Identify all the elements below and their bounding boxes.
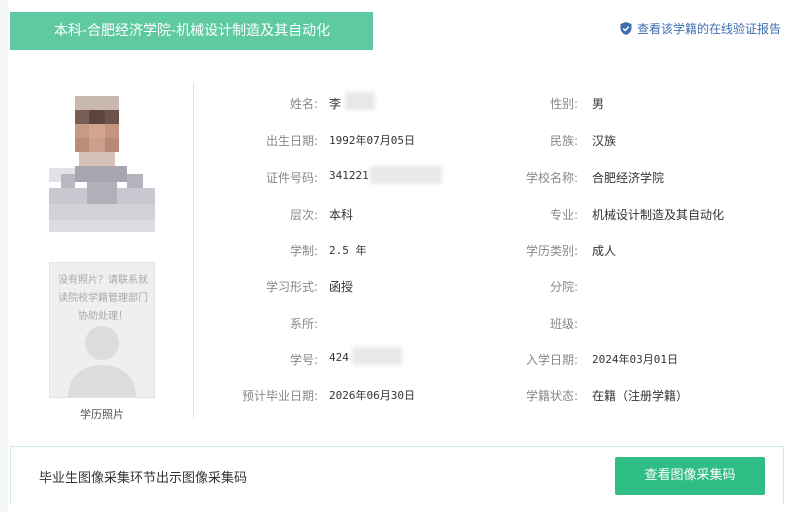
- class-label: 班级:: [549, 317, 578, 331]
- duration-value: 2.5 年: [329, 244, 367, 257]
- name-value: 李: [329, 97, 342, 111]
- school-name-value: 合肥经济学院: [592, 171, 665, 185]
- image-code-bar: 毕业生图像采集环节出示图像采集码 查看图像采集码: [10, 446, 784, 504]
- enrollment-date-label: 入学日期:: [525, 353, 578, 367]
- record-title: 本科-合肥经济学院-机械设计制造及其自动化: [54, 23, 331, 39]
- ethnicity-value: 汉族: [592, 134, 617, 148]
- id-number-value: 341221: [329, 169, 369, 182]
- education-type-label: 学历类别:: [525, 244, 578, 258]
- view-image-code-button[interactable]: 查看图像采集码: [615, 457, 765, 495]
- status-value: 在籍（注册学籍）: [592, 389, 689, 403]
- verify-report-link[interactable]: 查看该学籍的在线验证报告: [620, 20, 781, 37]
- school-name-label: 学校名称:: [525, 171, 578, 185]
- avatar-silhouette-icon: [68, 326, 136, 397]
- no-photo-text: 没有照片？请联系就读院校学籍管理部门协助处理！: [58, 275, 148, 322]
- status-label: 学籍状态:: [525, 389, 578, 403]
- student-status-card: [8, 0, 791, 512]
- gender-label: 性别:: [549, 97, 578, 111]
- shield-check-icon: [620, 22, 632, 35]
- redaction-mask: [370, 166, 442, 184]
- level-label: 层次:: [289, 208, 318, 222]
- redaction-mask: [345, 92, 375, 110]
- student-number-value: 424: [329, 351, 349, 364]
- verify-report-label: 查看该学籍的在线验证报告: [637, 22, 782, 36]
- study-form-value: 函授: [329, 280, 354, 294]
- graduation-date-label: 预计毕业日期:: [241, 389, 318, 403]
- image-code-prompt: 毕业生图像采集环节出示图像采集码: [39, 471, 248, 486]
- study-form-label: 学习形式:: [265, 280, 318, 294]
- duration-label: 学制:: [289, 244, 318, 258]
- education-type-value: 成人: [592, 244, 617, 258]
- record-title-bar: 本科-合肥经济学院-机械设计制造及其自动化: [10, 12, 373, 50]
- photo-caption: 学历照片: [80, 408, 124, 421]
- id-number-label: 证件号码:: [265, 171, 318, 185]
- level-value: 本科: [329, 208, 354, 222]
- student-photo: [49, 92, 155, 232]
- birth-date-label: 出生日期:: [265, 134, 318, 148]
- major-label: 专业:: [549, 208, 578, 222]
- photo-placeholder: 没有照片？请联系就读院校学籍管理部门协助处理！: [49, 262, 155, 398]
- student-number-label: 学号:: [289, 353, 318, 367]
- major-value: 机械设计制造及其自动化: [592, 208, 725, 222]
- name-label: 姓名:: [289, 97, 318, 111]
- redaction-mask: [352, 347, 402, 365]
- enrollment-date-value: 2024年03月01日: [592, 353, 678, 366]
- ethnicity-label: 民族:: [549, 134, 578, 148]
- gender-value: 男: [592, 97, 605, 111]
- birth-date-value: 1992年07月05日: [329, 134, 415, 147]
- divider: [193, 82, 194, 418]
- graduation-date-value: 2026年06月30日: [329, 389, 415, 402]
- branch-label: 分院:: [549, 280, 578, 294]
- department-label: 系所:: [289, 317, 318, 331]
